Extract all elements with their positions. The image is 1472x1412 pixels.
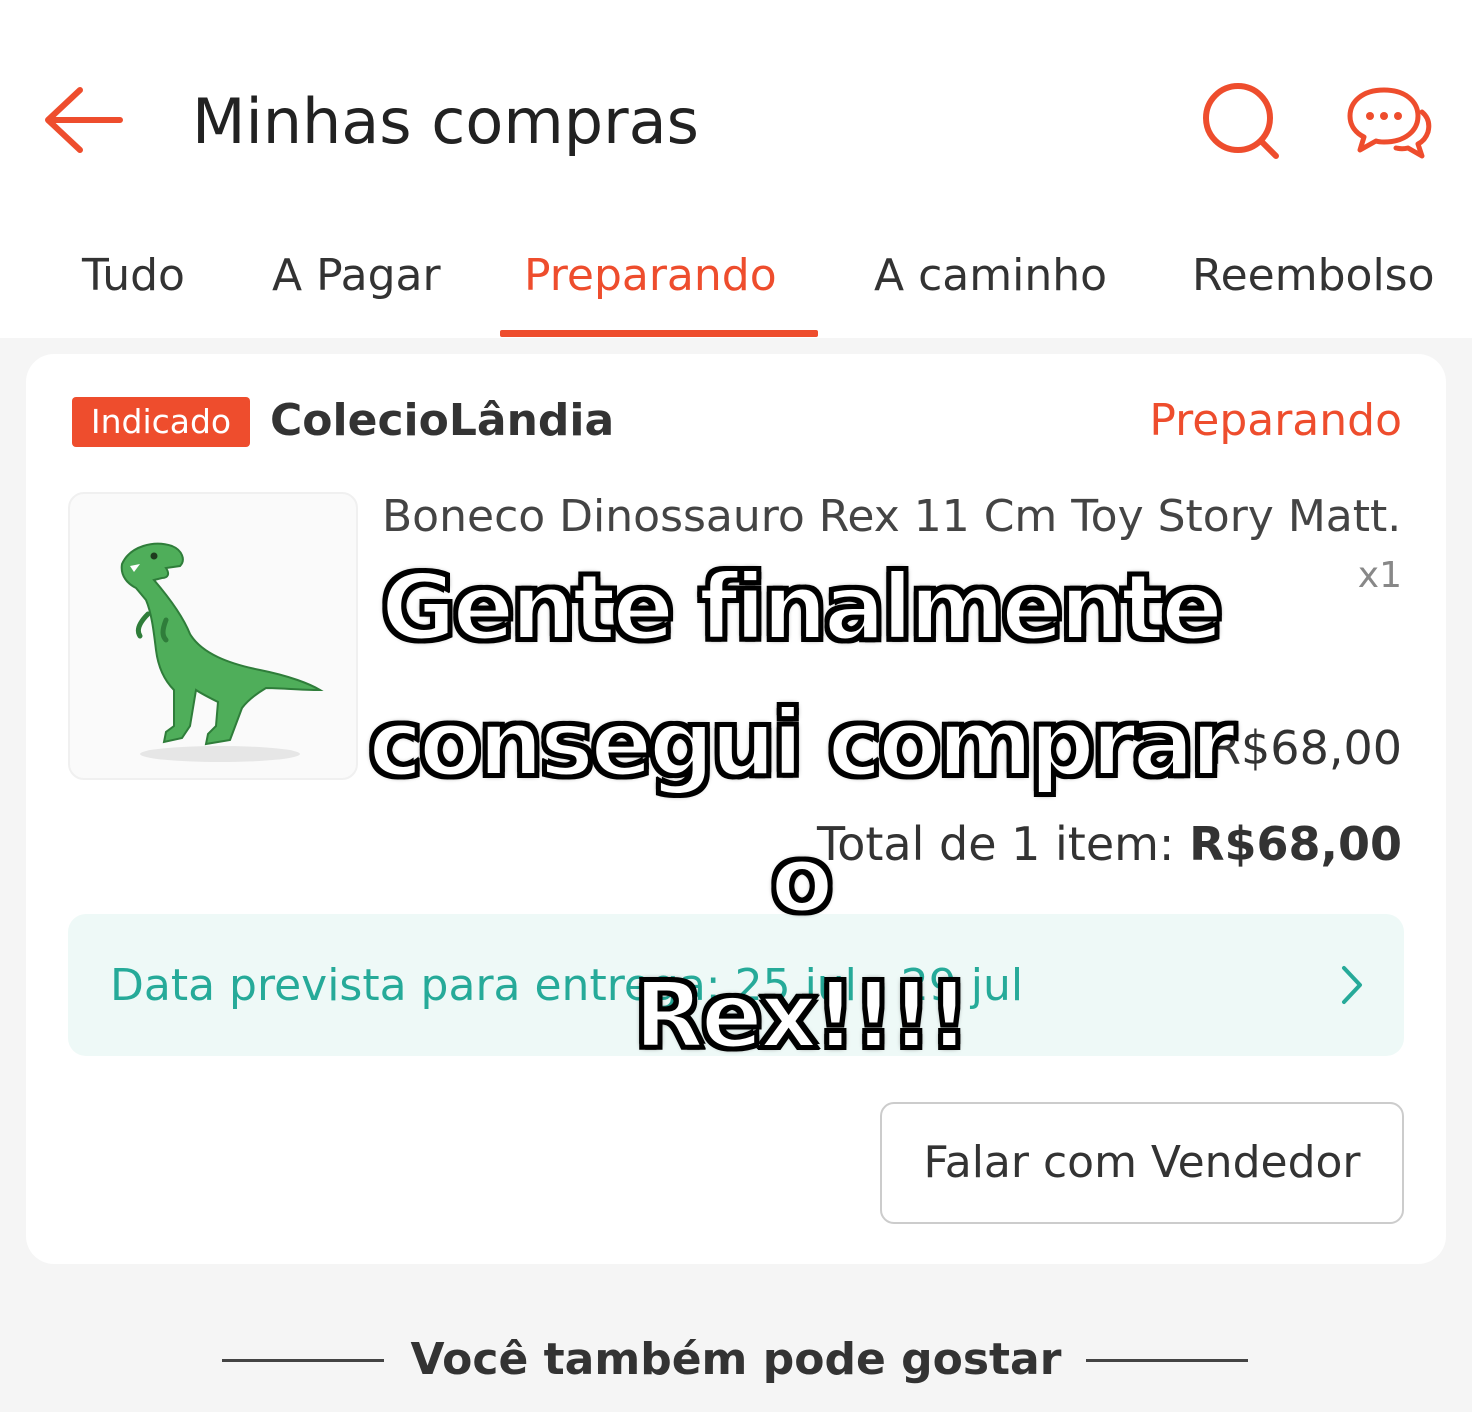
- divider-line-right: [1086, 1359, 1248, 1362]
- dinosaur-image: [120, 542, 324, 762]
- caption-overlay: Gente finalmente consegui comprar o Rex!…: [330, 540, 1270, 1084]
- top-bar: Minhas compras Tudo A Pagar Preparando A…: [0, 0, 1472, 338]
- shop-name[interactable]: ColecioLândia: [270, 392, 614, 450]
- tab-a-caminho[interactable]: A caminho: [874, 248, 1107, 304]
- chat-with-seller-button[interactable]: Falar com Vendedor: [880, 1102, 1404, 1224]
- recommendations-divider: Você também pode gostar: [0, 1330, 1472, 1390]
- active-tab-indicator: [500, 330, 818, 337]
- product-name[interactable]: Boneco Dinossauro Rex 11 Cm Toy Story Ma…: [382, 488, 1402, 546]
- order-status: Preparando: [1149, 395, 1402, 446]
- caption-line-3: Rex!!!!: [632, 960, 972, 1071]
- back-arrow-icon[interactable]: [40, 82, 124, 158]
- recommended-badge: Indicado: [72, 397, 250, 447]
- product-quantity: x1: [1357, 555, 1402, 596]
- product-image[interactable]: [68, 492, 358, 780]
- search-icon[interactable]: [1198, 82, 1288, 162]
- chat-bubbles-icon[interactable]: [1344, 82, 1434, 162]
- chevron-right-icon: [1336, 962, 1366, 1008]
- tab-preparando[interactable]: Preparando: [524, 248, 777, 304]
- caption-line-1: Gente finalmente: [379, 552, 1226, 663]
- page-title: Minhas compras: [192, 85, 699, 158]
- caption-line-2: consegui comprar o: [366, 688, 1238, 935]
- tab-tudo[interactable]: Tudo: [82, 248, 185, 304]
- tab-reembolso[interactable]: Reembolso: [1192, 248, 1435, 304]
- tab-a-pagar[interactable]: A Pagar: [272, 248, 441, 304]
- recommendations-title: Você também pode gostar: [410, 1334, 1062, 1385]
